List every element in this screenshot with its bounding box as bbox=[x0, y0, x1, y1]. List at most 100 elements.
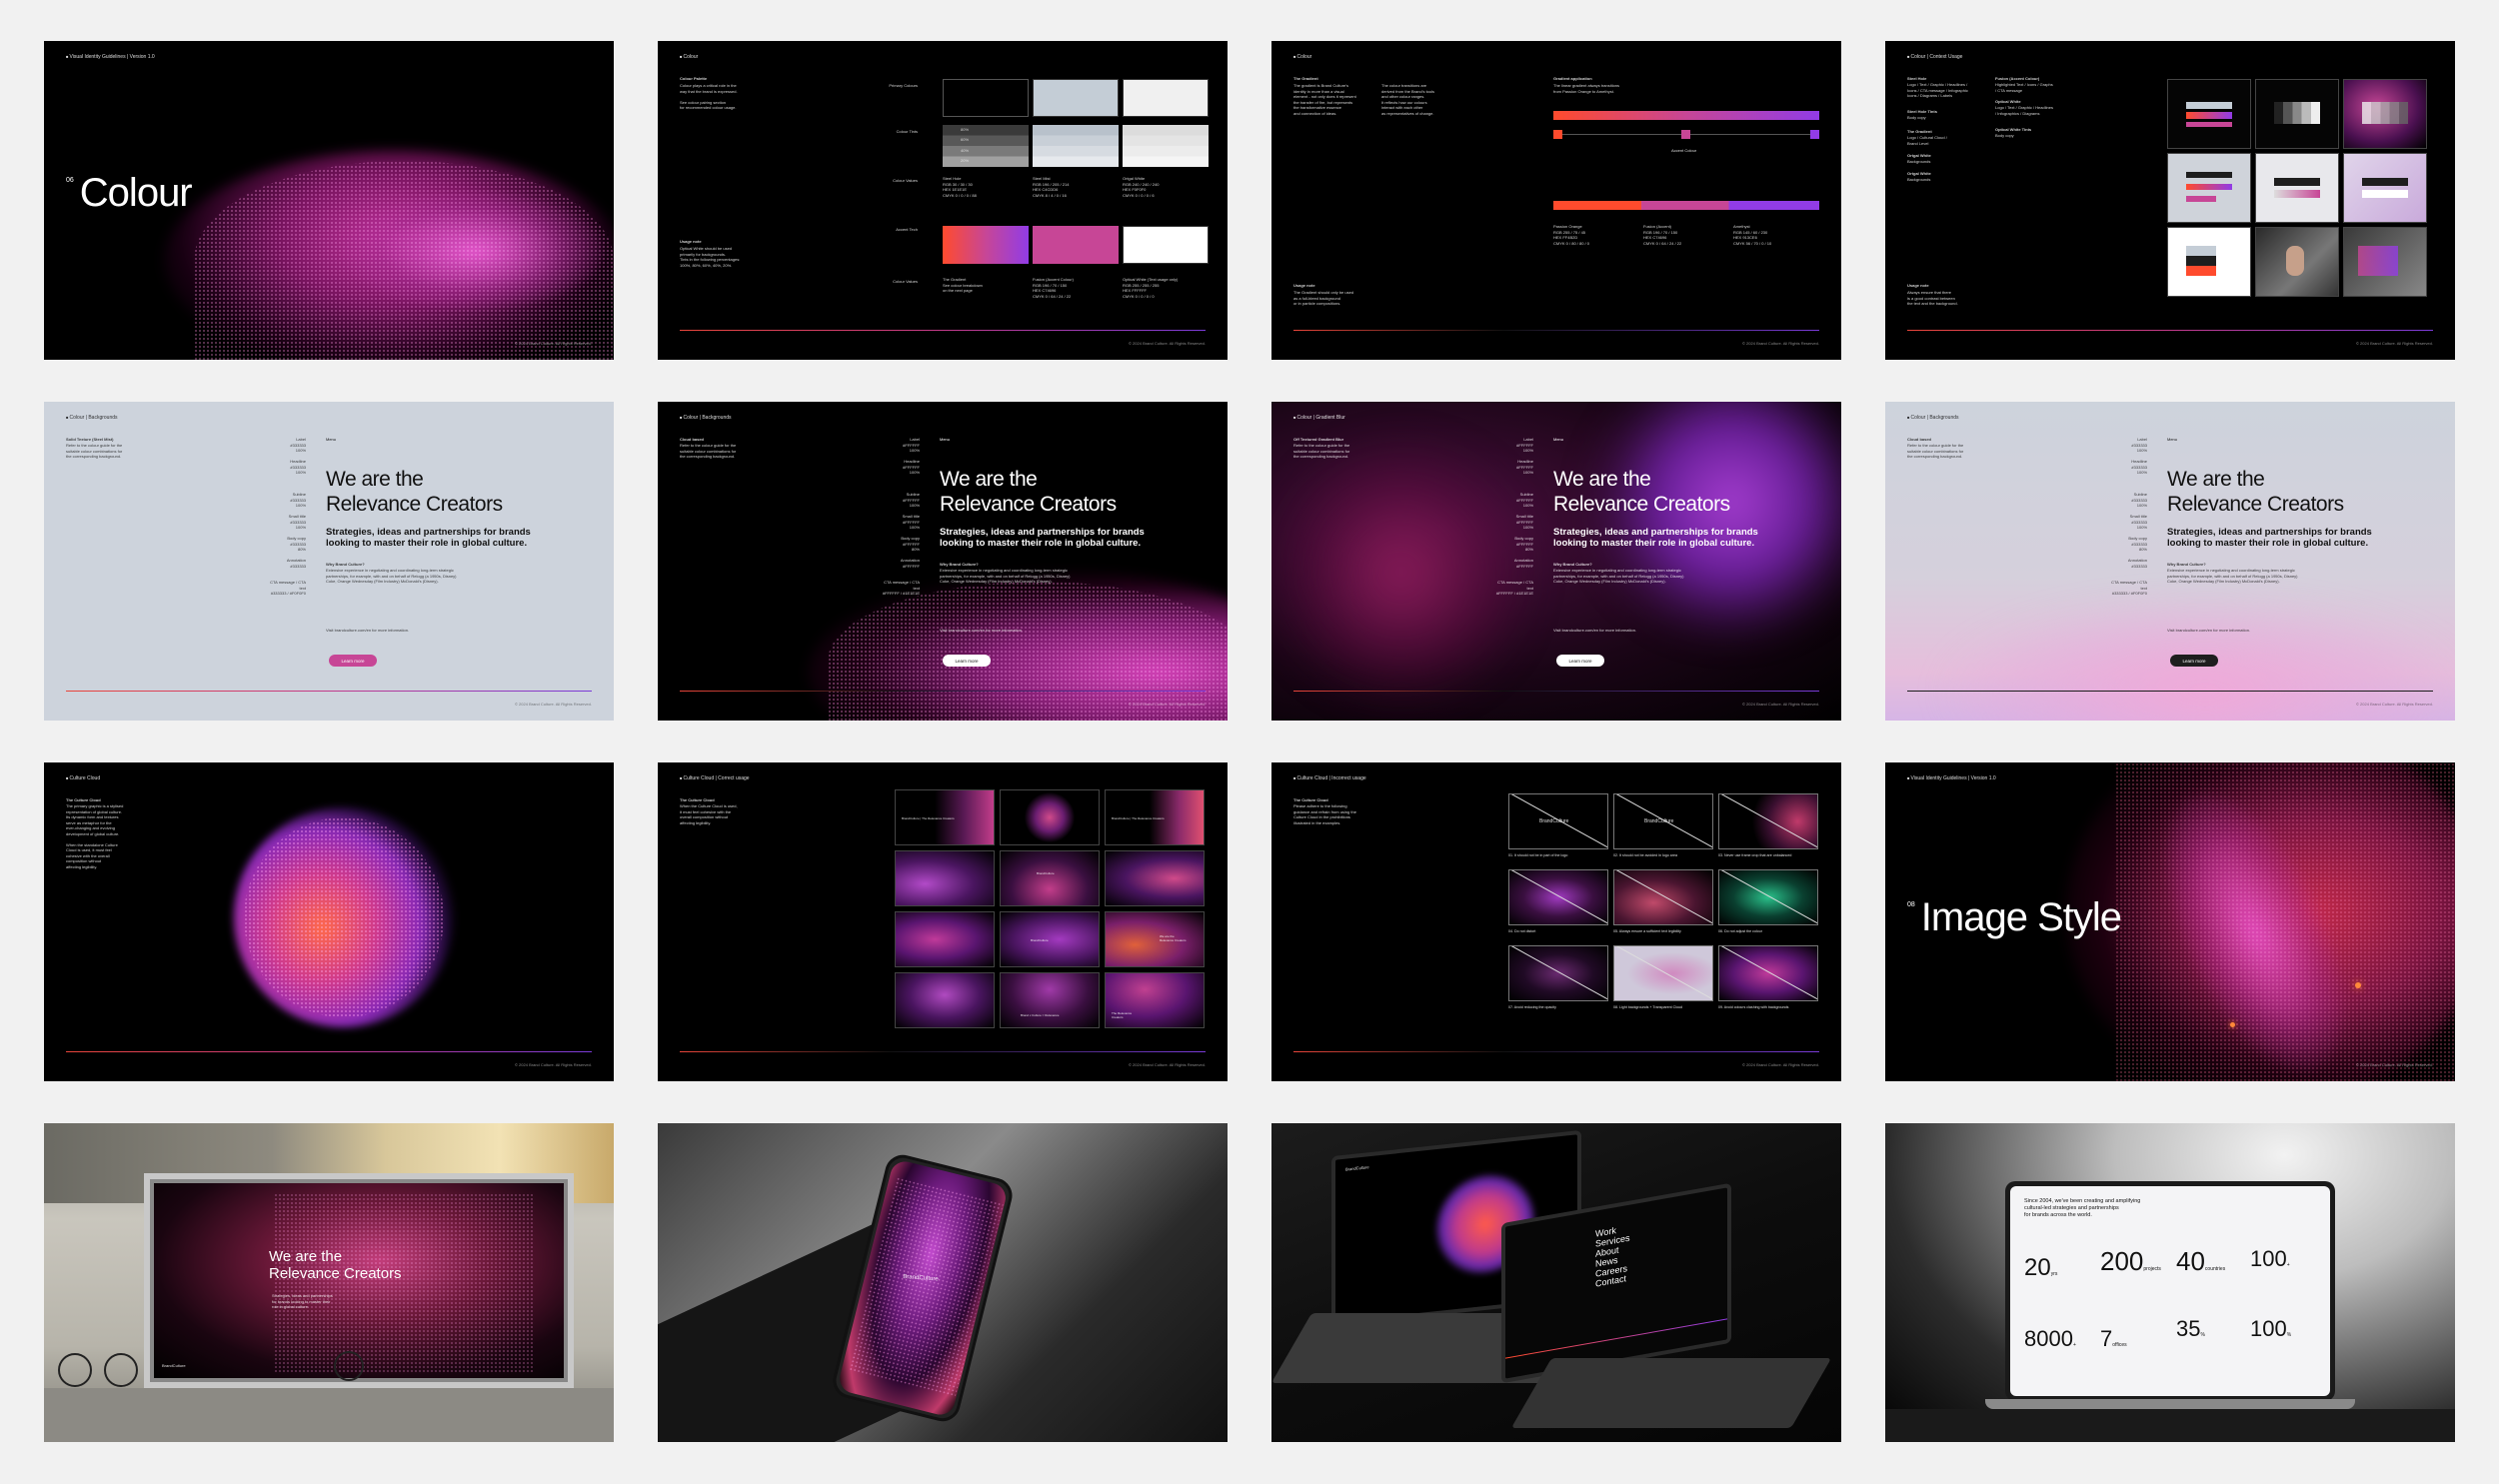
usage-thumb[interactable]: Brand x Culture = Relevance bbox=[1000, 972, 1100, 1028]
incorrect-thumb[interactable] bbox=[1718, 793, 1818, 849]
stat-number: 35 bbox=[2176, 1316, 2201, 1341]
learn-more-button[interactable]: Learn more bbox=[329, 655, 377, 667]
slide-colour-palette[interactable]: Colour Colour Palette Colour plays a cri… bbox=[658, 41, 1228, 360]
slide-image-style-intro[interactable]: Visual Identity Guidelines | Version 1.0… bbox=[1885, 762, 2455, 1081]
section-title: 08 Image Style bbox=[1907, 895, 2122, 939]
incorrect-thumb[interactable]: BrandCulture bbox=[1508, 793, 1608, 849]
incorrect-caption: 09. Avoid colours clashing with backgrou… bbox=[1718, 1005, 1789, 1009]
incorrect-caption: 05. Always ensure a sufficient text legi… bbox=[1613, 929, 1681, 933]
incorrect-thumb[interactable] bbox=[1613, 869, 1713, 925]
tints-ortgal-white bbox=[1123, 125, 1209, 167]
slide-background-gradient-blur[interactable]: Colour | Gradient Blur Off Textured Grad… bbox=[1271, 402, 1841, 721]
learn-more-button[interactable]: Learn more bbox=[2170, 655, 2218, 667]
stat-figure: 8000+ bbox=[2024, 1326, 2076, 1352]
slide-cloud-incorrect-usage[interactable]: Culture Cloud | Incorrect usage The Cult… bbox=[1271, 762, 1841, 1081]
context-thumb[interactable] bbox=[2255, 153, 2339, 223]
menu-label[interactable]: Menu bbox=[326, 437, 336, 442]
laptop-menu: Work Services About News Careers Contact bbox=[1595, 1223, 1630, 1289]
stat-number: 100 bbox=[2250, 1246, 2287, 1271]
swatch-steel-mist[interactable] bbox=[1033, 79, 1119, 117]
usage-thumb[interactable] bbox=[895, 972, 995, 1028]
usage-thumb[interactable]: BrandCulture | The Relevance Creators bbox=[895, 789, 995, 845]
incorrect-thumb[interactable] bbox=[1508, 945, 1608, 1001]
section-number: 06 bbox=[66, 177, 74, 184]
tint-pct-3: 40% bbox=[961, 148, 970, 153]
billboard-poster: We are the Relevance Creators Strategies,… bbox=[154, 1183, 564, 1378]
ledge bbox=[1885, 1409, 2455, 1442]
incorrect-thumb[interactable] bbox=[1718, 869, 1818, 925]
usage-thumb[interactable]: BrandCulture bbox=[1000, 911, 1100, 967]
swatch-ortgal-white[interactable] bbox=[1123, 79, 1209, 117]
stat-unit: countries bbox=[2204, 1266, 2226, 1272]
swatch-fusion[interactable] bbox=[1033, 226, 1119, 264]
context-thumb[interactable] bbox=[2167, 153, 2251, 223]
incorrect-thumb[interactable] bbox=[1613, 945, 1713, 1001]
stat-number: 200 bbox=[2100, 1246, 2144, 1276]
stat-number: 40 bbox=[2176, 1246, 2205, 1276]
usage-thumb[interactable] bbox=[1105, 850, 1205, 906]
intro-title: Colour Palette bbox=[680, 76, 708, 81]
slide-background-steel-mist[interactable]: Colour | Backgrounds Solid Texture (Stee… bbox=[44, 402, 614, 721]
incorrect-caption: 06. Do not adjust the colour bbox=[1718, 929, 1762, 933]
usage-thumb[interactable] bbox=[895, 850, 995, 906]
learn-more-button[interactable]: Learn more bbox=[943, 655, 991, 667]
slide-mockup-laptop-stats[interactable]: Since 2004, we've been creating and ampl… bbox=[1885, 1123, 2455, 1442]
slide-background-cloud[interactable]: Colour | Backgrounds Cloud based Refer t… bbox=[658, 402, 1228, 721]
usage-thumb[interactable] bbox=[895, 911, 995, 967]
laptop-screen: Since 2004, we've been creating and ampl… bbox=[2005, 1181, 2335, 1401]
stat-number: 100 bbox=[2250, 1316, 2287, 1341]
slide-mockup-laptops[interactable]: BrandCulture Work Services About News Career… bbox=[1271, 1123, 1841, 1442]
context-thumb[interactable] bbox=[2167, 79, 2251, 149]
stat-figure: 35% bbox=[2176, 1316, 2205, 1342]
usage-thumb[interactable]: BrandCulture | The Relevance Creators bbox=[1105, 789, 1205, 845]
slide-background-light-cloud[interactable]: Colour | Backgrounds Cloud based Refer t… bbox=[1885, 402, 2455, 721]
incorrect-caption: 03. Never use frame crop that are unbala… bbox=[1718, 853, 1792, 857]
context-thumb[interactable] bbox=[2343, 227, 2427, 297]
usage-thumb[interactable]: We are the Relevance Creators bbox=[1105, 911, 1205, 967]
split-bar bbox=[1553, 201, 1819, 210]
stat-unit: yrs bbox=[2050, 1271, 2058, 1277]
tint-pct-1: 80% bbox=[961, 127, 970, 132]
brand-wordmark: BrandCulture bbox=[1644, 818, 1674, 824]
bicycle-left bbox=[58, 1353, 92, 1387]
usage-thumb[interactable] bbox=[1000, 789, 1100, 845]
swatch-optical-white[interactable] bbox=[1123, 226, 1209, 264]
slide-gradient[interactable]: Colour The Gradient The gradient is Bran… bbox=[1271, 41, 1841, 360]
slide-mockup-phone[interactable]: BrandCulture bbox=[658, 1123, 1228, 1442]
learn-more-button[interactable]: Learn more bbox=[1556, 655, 1604, 667]
context-thumb[interactable] bbox=[2343, 153, 2427, 223]
tint-pct-4: 20% bbox=[961, 158, 970, 163]
incorrect-thumb[interactable] bbox=[1508, 869, 1608, 925]
slide-cloud-correct-usage[interactable]: Culture Cloud | Correct usage The Cultur… bbox=[658, 762, 1228, 1081]
row-label-primary: Primary Colours bbox=[889, 83, 918, 88]
incorrect-thumb[interactable] bbox=[1718, 945, 1818, 1001]
slide-colour-intro[interactable]: Visual Identity Guidelines | Version 1.0… bbox=[44, 41, 614, 360]
prohibited-slash bbox=[1614, 946, 1712, 1000]
incorrect-thumb[interactable]: BrandCulture bbox=[1613, 793, 1713, 849]
stat-number: 7 bbox=[2100, 1326, 2113, 1351]
laptop-2-base bbox=[1510, 1358, 1832, 1428]
slide-context-usage[interactable]: Colour | Context Usage Steel Hole Logo /… bbox=[1885, 41, 2455, 360]
usage-thumb[interactable]: BrandCulture bbox=[1000, 850, 1100, 906]
prohibited-slash bbox=[1509, 870, 1607, 924]
value-ortgal-white: Ortgal White RGB 240 / 240 / 240 HEX F0F… bbox=[1123, 176, 1160, 198]
context-thumb[interactable] bbox=[2255, 79, 2339, 149]
context-thumb[interactable] bbox=[2343, 79, 2427, 149]
stat-unit: % bbox=[2200, 1332, 2205, 1338]
value-steel-mist: Steel Mist RGB 196 / 205 / 214 HEX C4CDD… bbox=[1033, 176, 1070, 198]
slide-mockup-billboard[interactable]: We are the Relevance Creators Strategies,… bbox=[44, 1123, 614, 1442]
context-thumb[interactable] bbox=[2255, 227, 2339, 297]
swatch-gradient[interactable] bbox=[943, 226, 1029, 264]
prohibited-slash bbox=[1614, 870, 1712, 924]
usage-thumb[interactable]: The Relevance Creators bbox=[1105, 972, 1205, 1028]
slide-culture-cloud[interactable]: Culture Cloud The Culture Cloud The prim… bbox=[44, 762, 614, 1081]
context-thumb[interactable] bbox=[2167, 227, 2251, 297]
swatch-steel-hole[interactable] bbox=[943, 79, 1029, 117]
usage-body: Optical White should be used primarily f… bbox=[680, 246, 741, 268]
tints-steel-hole bbox=[943, 125, 1029, 167]
laptop-base bbox=[1985, 1399, 2355, 1409]
stat-unit: + bbox=[2286, 1262, 2290, 1268]
value-steel-hole: Steel Hole RGB 30 / 30 / 30 HEX 1E1E1E C… bbox=[943, 176, 977, 198]
incorrect-caption: 07. Avoid reducing the opacity bbox=[1508, 1005, 1556, 1009]
stat-number: 20 bbox=[2024, 1254, 2051, 1281]
